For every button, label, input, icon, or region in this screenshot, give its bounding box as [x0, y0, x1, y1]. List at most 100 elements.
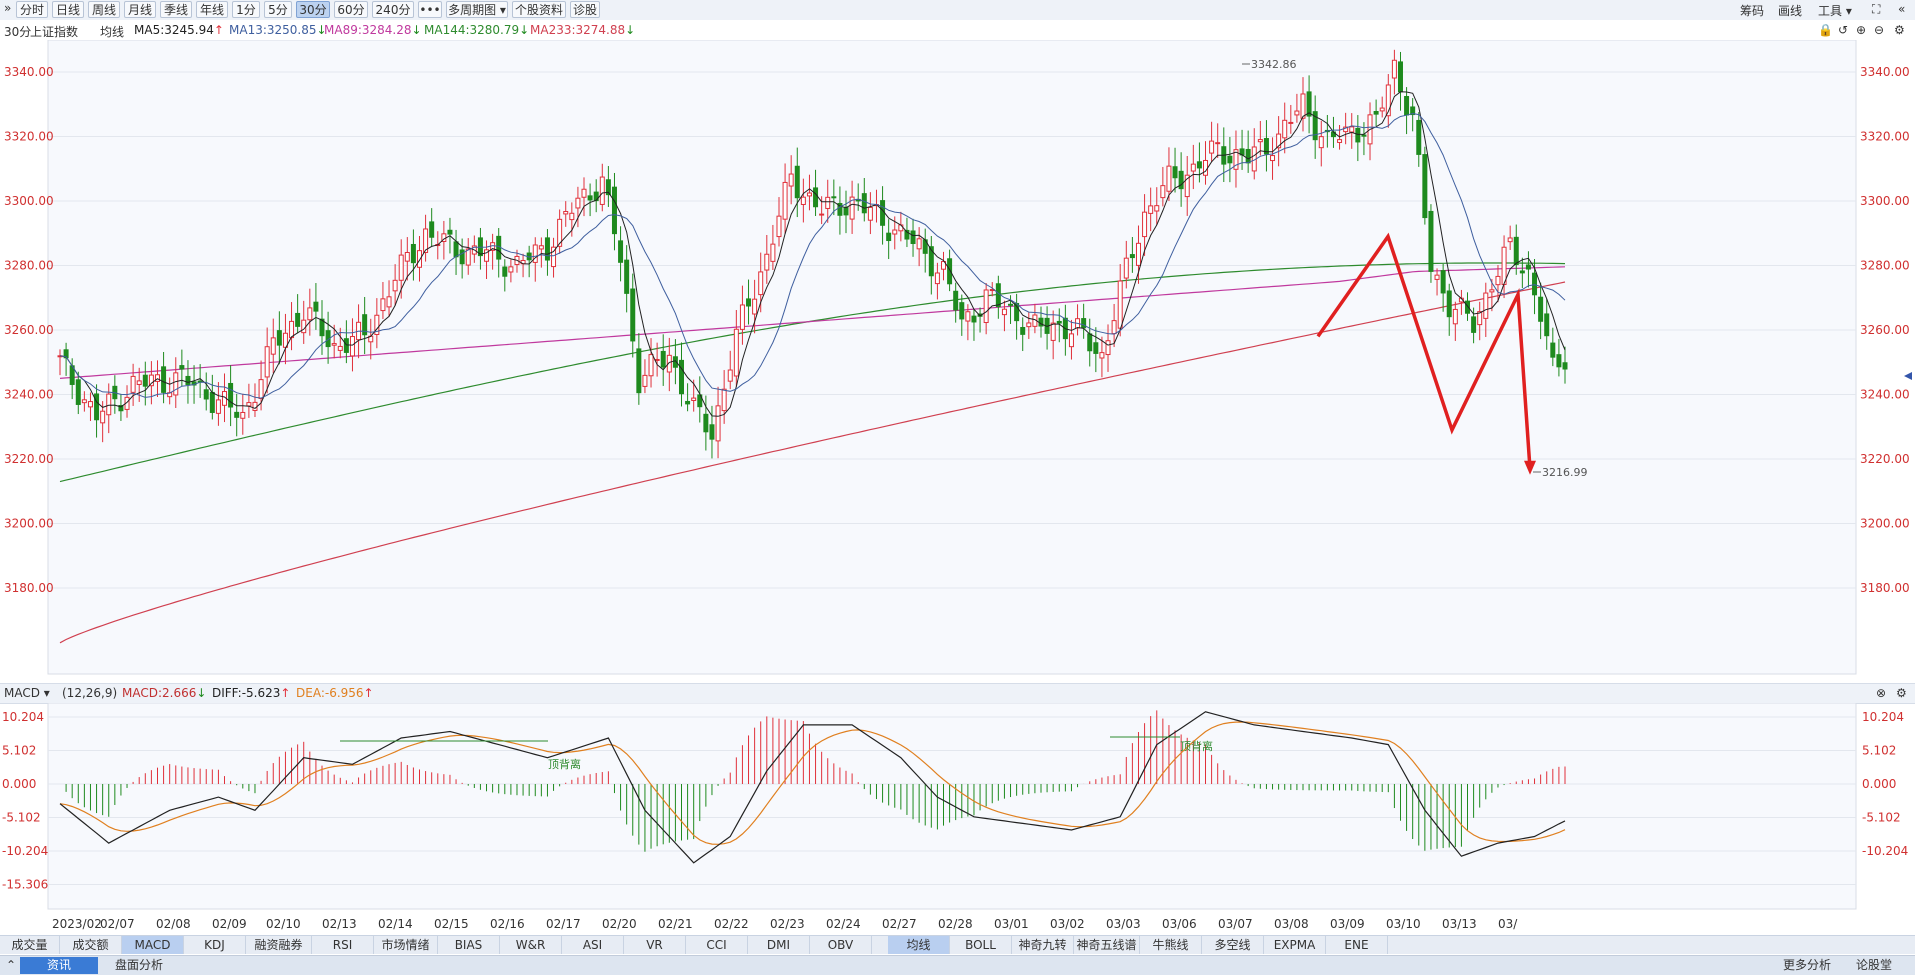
- period-quarterly[interactable]: 季线: [160, 1, 192, 18]
- candle-body: [142, 374, 148, 387]
- multi-period-dropdown[interactable]: 多周期图 ▾: [446, 1, 508, 18]
- period-daily[interactable]: 日线: [52, 1, 84, 18]
- candle-body: [965, 311, 971, 322]
- zoom-in-icon[interactable]: ⊕: [1856, 23, 1866, 37]
- tab-turnover[interactable]: 成交额: [60, 936, 122, 954]
- period-分时[interactable]: 分时: [16, 1, 48, 18]
- tab-news[interactable]: 资讯: [20, 957, 98, 974]
- indicator-selector[interactable]: MACD ▾: [4, 686, 50, 700]
- lock-icon[interactable]: 🔒: [1818, 23, 1833, 37]
- candle-body: [209, 391, 215, 413]
- candle-body: [1008, 303, 1014, 306]
- candle-body: [1068, 333, 1074, 348]
- candle-body: [1288, 121, 1294, 124]
- date-label: 03/01: [994, 917, 1029, 931]
- candle-body: [678, 359, 684, 395]
- candle-body: [496, 235, 502, 260]
- candle-body: [416, 250, 422, 268]
- candle-body: [1507, 237, 1513, 243]
- period-1min[interactable]: 1分: [232, 1, 260, 18]
- tab-long-short[interactable]: 多空线: [1202, 936, 1264, 954]
- tab-asi[interactable]: ASI: [562, 936, 624, 954]
- candle-body: [264, 346, 270, 378]
- period-240min[interactable]: 240分: [372, 1, 414, 18]
- candle-body: [252, 401, 258, 411]
- tools-dropdown[interactable]: 工具 ▾: [1818, 2, 1852, 19]
- tab-kdj[interactable]: KDJ: [184, 936, 246, 954]
- period-yearly[interactable]: 年线: [196, 1, 228, 18]
- date-label: 03/03: [1106, 917, 1141, 931]
- tab-wr[interactable]: W&R: [500, 936, 562, 954]
- candle-body: [654, 358, 660, 361]
- close-indicator-icon[interactable]: ⊗: [1876, 686, 1886, 700]
- candle-body: [87, 401, 93, 408]
- tab-expma[interactable]: EXPMA: [1264, 936, 1326, 954]
- settings-icon[interactable]: ⚙: [1894, 23, 1905, 37]
- tab-dmi[interactable]: DMI: [748, 936, 810, 954]
- candle-body: [861, 193, 867, 214]
- candle-body: [240, 411, 246, 419]
- candle-body: [154, 374, 160, 382]
- date-label: 02/15: [434, 917, 469, 931]
- tab-margin[interactable]: 融资融券: [246, 936, 312, 954]
- candle-body: [1355, 127, 1361, 143]
- tab-sentiment[interactable]: 市场情绪: [374, 936, 438, 954]
- candlestick-chart[interactable]: 3340.00 3340.00 3320.00 3320.00 3300.00 3300.…: [0, 40, 1915, 682]
- candle-body: [94, 393, 100, 421]
- candle-body: [1270, 155, 1276, 162]
- draw-line-button[interactable]: 画线: [1778, 2, 1802, 19]
- tab-obv[interactable]: OBV: [810, 936, 872, 954]
- expand-icon[interactable]: »: [4, 1, 11, 15]
- tab-volume[interactable]: 成交量: [0, 936, 60, 954]
- candle-body: [1397, 61, 1403, 93]
- date-label: 02/21: [658, 917, 693, 931]
- tab-market-analysis[interactable]: 盘面分析: [102, 957, 176, 974]
- ma-label[interactable]: 均线: [100, 23, 124, 40]
- fullscreen-icon[interactable]: ⛶: [1872, 2, 1880, 17]
- high-annotation: 3342.86: [1242, 58, 1297, 71]
- forum-button[interactable]: 论股堂: [1844, 957, 1904, 974]
- zoom-out-icon[interactable]: ⊖: [1874, 23, 1884, 37]
- tab-five-lines[interactable]: 神奇五线谱: [1074, 936, 1140, 954]
- period-5min[interactable]: 5分: [264, 1, 292, 18]
- candle-body: [709, 424, 715, 440]
- candle-body: [1099, 352, 1105, 359]
- tab-ene[interactable]: ENE: [1326, 936, 1388, 954]
- period-monthly[interactable]: 月线: [124, 1, 156, 18]
- candle-body: [788, 173, 794, 187]
- tab-rsi[interactable]: RSI: [312, 936, 374, 954]
- macd-tick-label-left: 10.204: [2, 710, 44, 724]
- candle-body: [1245, 148, 1251, 164]
- more-analysis-button[interactable]: 更多分析: [1776, 957, 1838, 974]
- tab-nine-turns[interactable]: 神奇九转: [1012, 936, 1074, 954]
- undo-icon[interactable]: ↺: [1838, 23, 1848, 37]
- tab-ma[interactable]: 均线: [888, 936, 950, 954]
- stock-profile-button[interactable]: 个股资料: [512, 1, 566, 18]
- date-label: 02/17: [546, 917, 581, 931]
- price-tick-label-left: 3180.00: [4, 581, 54, 595]
- indicator-settings-icon[interactable]: ⚙: [1896, 686, 1907, 700]
- tab-cci[interactable]: CCI: [686, 936, 748, 954]
- collapse-icon[interactable]: «: [1898, 2, 1905, 16]
- candle-body: [599, 176, 605, 205]
- chevron-up-icon[interactable]: ⌃: [4, 957, 18, 974]
- tab-bull-bear[interactable]: 牛熊线: [1140, 936, 1202, 954]
- tab-vr[interactable]: VR: [624, 936, 686, 954]
- tab-bias[interactable]: BIAS: [438, 936, 500, 954]
- diagnose-button[interactable]: 诊股: [570, 1, 600, 18]
- macd-chart[interactable]: 15.30610.2045.1020.000-5.102-10.204-15.3…: [0, 703, 1915, 911]
- macd-header: MACD ▾ (12,26,9) MACD:2.666↓ DIFF:-5.623…: [0, 683, 1915, 704]
- candle-body: [1501, 246, 1507, 285]
- chips-button[interactable]: 筹码: [1740, 2, 1764, 19]
- date-label: 02/20: [602, 917, 637, 931]
- more-periods-button[interactable]: •••: [418, 1, 442, 18]
- period-weekly[interactable]: 周线: [88, 1, 120, 18]
- candle-body: [1318, 136, 1324, 149]
- period-60min[interactable]: 60分: [334, 1, 368, 18]
- candle-body: [1172, 166, 1178, 179]
- candle-body: [343, 338, 349, 353]
- period-30min[interactable]: 30分: [296, 1, 330, 18]
- price-tick-label-left: 3280.00: [4, 259, 54, 273]
- tab-boll[interactable]: BOLL: [950, 936, 1012, 954]
- tab-macd[interactable]: MACD: [122, 936, 184, 954]
